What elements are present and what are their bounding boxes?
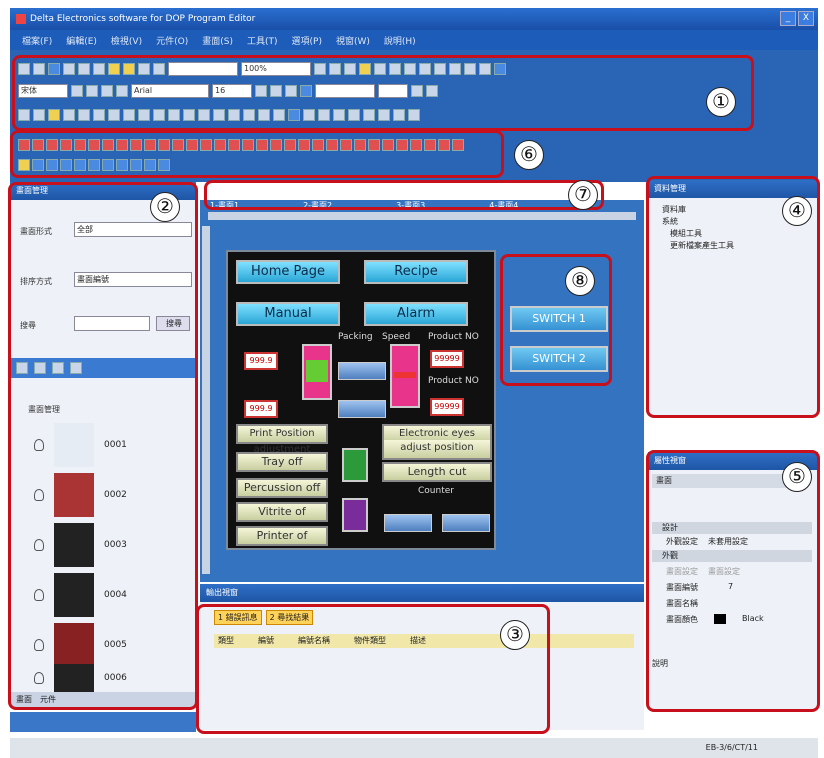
window-title: Delta Electronics software for DOP Progr… <box>30 14 256 24</box>
alarm-button[interactable]: Alarm <box>364 302 468 326</box>
output-title: 輸出視窗 <box>200 584 644 602</box>
print-position-button[interactable]: Print Position adjustment <box>236 424 328 455</box>
speed-label: Speed <box>382 332 411 342</box>
plus-icon <box>306 360 328 382</box>
vitrite-button[interactable]: Vitrite of <box>236 502 328 522</box>
callout-2: ② <box>150 192 180 222</box>
percussion-off-button[interactable]: Percussion off <box>236 478 328 498</box>
green-start-button[interactable] <box>342 448 368 482</box>
minus-button[interactable] <box>390 344 420 408</box>
tray-off-button[interactable]: Tray off <box>236 452 328 472</box>
callout-box-7 <box>204 180 604 210</box>
home-page-button[interactable]: Home Page <box>236 260 340 284</box>
vertical-ruler <box>202 226 210 574</box>
callout-box-2 <box>8 182 198 710</box>
hmi-canvas[interactable]: Home Page Recipe Manual Alarm Packing Sp… <box>226 250 496 550</box>
counter-button-1[interactable] <box>384 514 432 532</box>
menu-edit[interactable]: 編輯(E) <box>66 34 97 47</box>
callout-box-8 <box>500 254 612 386</box>
menu-tools[interactable]: 工具(T) <box>247 34 278 47</box>
purple-stop-button[interactable] <box>342 498 368 532</box>
recipe-button[interactable]: Recipe <box>364 260 468 284</box>
minus-icon <box>394 372 416 378</box>
product-no-label: Product NO <box>428 332 479 342</box>
plus-button[interactable] <box>302 344 332 400</box>
callout-8: ⑧ <box>565 266 595 296</box>
manual-button[interactable]: Manual <box>236 302 340 326</box>
value-display-2[interactable]: 999.9 <box>244 400 278 418</box>
callout-box-3 <box>196 604 550 734</box>
packing-button[interactable] <box>338 362 386 380</box>
printer-button[interactable]: Printer of <box>236 526 328 546</box>
adjust-position-button[interactable]: adjust position <box>382 440 492 460</box>
callout-box-6 <box>10 130 504 178</box>
menu-bar: 檔案(F) 編輯(E) 檢視(V) 元件(O) 畫面(S) 工具(T) 選項(P… <box>10 30 818 50</box>
counter-button-2[interactable] <box>442 514 490 532</box>
product-display-2[interactable]: 99999 <box>430 398 464 416</box>
value-display-1[interactable]: 999.9 <box>244 352 278 370</box>
menu-screen[interactable]: 畫面(S) <box>202 34 233 47</box>
packing-label: Packing <box>338 332 373 342</box>
length-cut-button[interactable]: Length cut <box>382 462 492 482</box>
left-bottom-toolbar <box>10 712 196 732</box>
menu-file[interactable]: 檔案(F) <box>22 34 52 47</box>
close-button[interactable]: X <box>798 11 814 26</box>
product-no-label-2: Product NO <box>428 376 479 386</box>
title-bar: Delta Electronics software for DOP Progr… <box>10 8 818 30</box>
minimize-button[interactable]: _ <box>780 11 796 26</box>
callout-1: ① <box>706 87 736 117</box>
callout-5: ⑤ <box>782 462 812 492</box>
menu-help[interactable]: 說明(H) <box>384 34 416 47</box>
packing-button-2[interactable] <box>338 400 386 418</box>
callout-6: ⑥ <box>514 140 544 170</box>
callout-box-1 <box>12 55 754 131</box>
menu-options[interactable]: 選項(P) <box>292 34 322 47</box>
status-text: EB-3/6/CT/11 <box>705 743 758 752</box>
callout-3: ③ <box>500 620 530 650</box>
app-icon <box>16 14 26 24</box>
callout-4: ④ <box>782 196 812 226</box>
horizontal-ruler <box>208 212 636 220</box>
product-display-1[interactable]: 99999 <box>430 350 464 368</box>
callout-7: ⑦ <box>568 180 598 210</box>
menu-window[interactable]: 視窗(W) <box>336 34 370 47</box>
menu-element[interactable]: 元件(O) <box>156 34 188 47</box>
status-bar: EB-3/6/CT/11 <box>10 738 818 758</box>
counter-label: Counter <box>418 486 454 496</box>
menu-view[interactable]: 檢視(V) <box>111 34 142 47</box>
